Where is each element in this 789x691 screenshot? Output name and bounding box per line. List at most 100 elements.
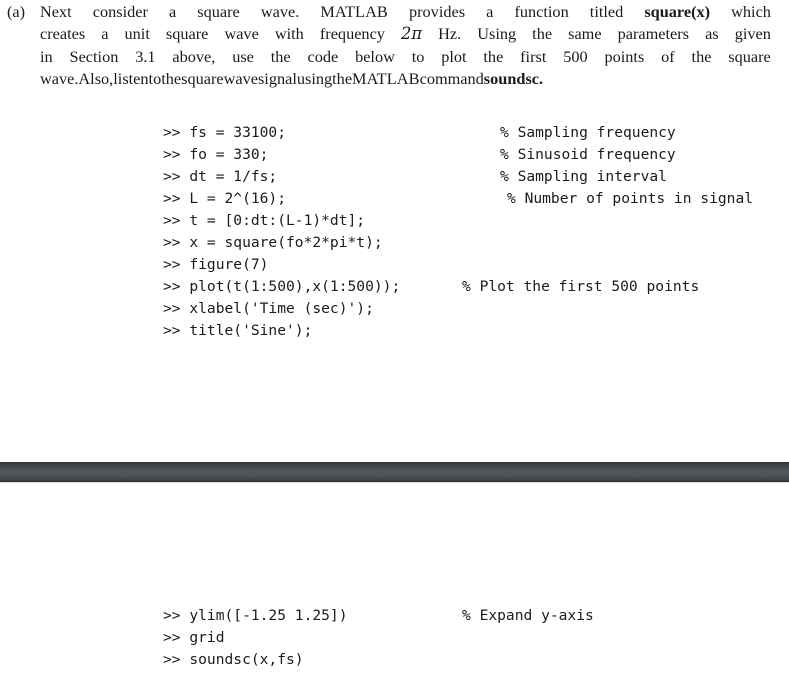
question-word: wave: [223, 69, 258, 89]
question-word: Also,: [78, 69, 114, 89]
question-word: the: [270, 46, 291, 66]
question-word: use: [232, 46, 254, 66]
code-line: >> figure(7): [163, 254, 400, 276]
question-word: the: [483, 46, 504, 66]
question-word: in: [40, 46, 53, 66]
question-word: wave.: [260, 2, 300, 21]
code-command: >> figure(7): [163, 256, 269, 273]
code-line: >> L = 2^(16); % Number of points in sign…: [163, 188, 753, 210]
code-comment: % Plot the first 500 points: [462, 278, 700, 295]
question-word: Next: [40, 2, 72, 21]
question-row: (a) Next consider a square wave. MATLAB provid…: [0, 1, 789, 91]
question-word: first: [520, 46, 547, 66]
question-word: to: [148, 69, 162, 89]
question-line: Next consider a square wave. MATLAB provides a f…: [40, 1, 771, 23]
question-word: same: [568, 24, 602, 44]
question-word: MATLAB: [320, 2, 388, 21]
question-word: as: [705, 24, 719, 44]
code-comment: % Number of points in signal: [507, 190, 754, 207]
question-word: consider: [92, 2, 148, 21]
question-word: a: [486, 2, 494, 21]
question-word: square(x): [644, 2, 711, 21]
code-comment: % Expand y-axis: [462, 607, 594, 624]
question-word: provides: [408, 2, 466, 21]
code-line: >> ylim([-1.25 1.25]) % Expand y-axis: [163, 605, 594, 627]
code-command: >> t = [0:dt:(L-1)*dt];: [163, 212, 366, 229]
question-word: square: [181, 69, 224, 89]
question-word: with: [274, 24, 304, 44]
question-word: the: [691, 46, 712, 66]
question-word: which: [731, 2, 771, 21]
code-line: >> t = [0:dt:(L-1)*dt];: [163, 210, 400, 232]
question-word: a: [101, 24, 109, 44]
code-line: >> grid: [163, 627, 348, 649]
question-word: square: [165, 24, 209, 44]
question-word: command: [419, 69, 484, 89]
question-text: Next consider a square wave. MATLAB provides a f…: [40, 1, 771, 91]
question-word: square: [728, 46, 771, 66]
question-line: creates a unit square wave with frequency 2π Hz.…: [40, 23, 771, 45]
question-word: titled: [589, 2, 624, 21]
code-command: >> xlabel('Time (sec)');: [163, 300, 374, 317]
question-label: (a): [7, 2, 26, 21]
code-command: >> L = 2^(16);: [163, 190, 287, 207]
code-command: >> title('Sine');: [163, 322, 313, 339]
code-command: >> fs = 33100;: [163, 124, 287, 141]
code-comment: % Sinusoid frequency: [500, 146, 676, 163]
code-block-bottom: >> ylim([-1.25 1.25]) % Expand y-axis >> g…: [163, 605, 594, 671]
question-word: below: [355, 46, 395, 66]
code-line: >> plot(t(1:500),x(1:500)); % Plot the fi…: [163, 276, 699, 298]
code-line: >> fs = 33100; % Sampling frequency: [163, 122, 676, 144]
question-word: 2π: [401, 24, 423, 44]
question-word: using: [296, 69, 333, 89]
question-word: Section: [69, 46, 119, 66]
question-line: wave. Also, listen to the square wave signal usi…: [40, 68, 771, 90]
question-word: creates: [40, 24, 86, 44]
question-word: signal: [257, 69, 297, 89]
question-block: (a) Next consider a square wave. MATLAB provid…: [0, 0, 789, 91]
code-comment: % Sampling interval: [500, 168, 667, 185]
question-word: soundsc.: [483, 69, 544, 89]
question-word: listen: [113, 69, 149, 89]
question-word: above,: [172, 46, 216, 66]
question-word: Hz.: [438, 24, 462, 44]
code-command: >> dt = 1/fs;: [163, 168, 278, 185]
code-line: >> xlabel('Time (sec)');: [163, 298, 400, 320]
question-word: 3.1: [135, 46, 156, 66]
code-command: >> ylim([-1.25 1.25]): [163, 607, 348, 624]
dark-horizontal-band: [0, 462, 789, 483]
code-line: >> x = square(fo*2*pi*t);: [163, 232, 400, 254]
question-word: unit: [124, 24, 150, 44]
code-comment: % Sampling frequency: [500, 124, 676, 141]
question-word: Using: [477, 24, 517, 44]
code-block-top: >> fs = 33100; % Sampling frequency >> fo …: [163, 122, 753, 342]
question-word: plot: [441, 46, 467, 66]
question-line: in Section 3.1 above, use the code below to plot t…: [40, 46, 771, 68]
code-command: >> soundsc(x,fs): [163, 651, 304, 668]
question-word: code: [307, 46, 339, 66]
question-word: parameters: [617, 24, 690, 44]
question-word: wave: [224, 24, 259, 44]
code-command: >> grid: [163, 629, 225, 646]
question-word: to: [411, 46, 425, 66]
question-word: the: [332, 69, 353, 89]
question-word: square: [197, 2, 240, 21]
question-word: 500: [563, 46, 588, 66]
question-word: wave.: [40, 69, 79, 89]
question-word: the: [532, 24, 553, 44]
code-command: >> plot(t(1:500),x(1:500));: [163, 278, 401, 295]
code-command: >> x = square(fo*2*pi*t);: [163, 234, 383, 251]
code-line: >> title('Sine');: [163, 320, 400, 342]
question-word: MATLAB: [352, 69, 420, 89]
question-word: points: [604, 46, 645, 66]
question-word: given: [734, 24, 771, 44]
code-line: >> fo = 330; % Sinusoid frequency: [163, 144, 676, 166]
question-word: function: [514, 2, 569, 21]
question-word: of: [661, 46, 675, 66]
question-word: a: [168, 2, 177, 21]
code-command: >> fo = 330;: [163, 146, 269, 163]
code-line: >> dt = 1/fs; % Sampling interval: [163, 166, 667, 188]
question-word: the: [161, 69, 182, 89]
question-word: frequency: [319, 24, 385, 44]
code-line: >> soundsc(x,fs): [163, 649, 348, 671]
